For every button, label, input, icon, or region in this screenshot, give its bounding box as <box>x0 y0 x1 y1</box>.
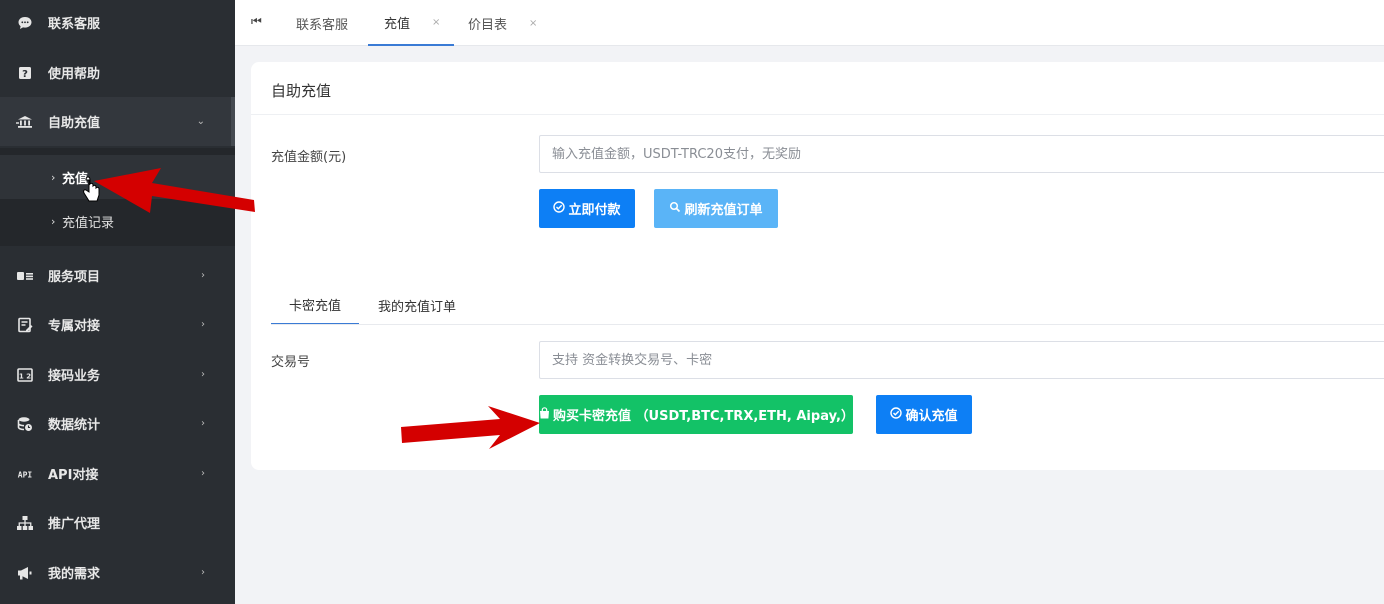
first-page-icon[interactable]: ⏮ <box>251 14 262 29</box>
divider <box>271 324 1384 325</box>
sidebar-item-label: 服务项目 <box>48 270 101 285</box>
sidebar-item-api[interactable]: API API对接 › <box>0 449 235 498</box>
recharge-card: 自助充值 充值金额(元) 立即付款 刷新充值订单 卡密充值 我的充值订单 交易号… <box>251 62 1384 470</box>
search-icon <box>669 201 681 217</box>
sidebar-item-label: 我的需求 <box>48 567 101 582</box>
confirm-recharge-button[interactable]: 确认充值 <box>876 395 972 434</box>
chevron-right-icon: › <box>51 170 56 184</box>
tab-contact-support[interactable]: 联系客服 <box>296 0 348 46</box>
sms-code-icon: 1 2 <box>15 365 35 385</box>
sidebar-item-label: 使用帮助 <box>48 67 101 82</box>
chevron-right-icon: › <box>201 468 205 479</box>
bank-icon <box>15 112 35 132</box>
org-tree-icon <box>15 513 35 533</box>
submenu-item-recharge[interactable]: › 充值 <box>0 155 235 199</box>
transaction-label: 交易号 <box>271 355 311 370</box>
sidebar-item-label: 推广代理 <box>48 517 101 532</box>
card-list-icon <box>15 266 35 286</box>
chevron-down-icon: ⌄ <box>196 116 205 127</box>
sidebar-item-label: 联系客服 <box>48 17 101 32</box>
submenu-item-label: 充值 <box>62 171 89 187</box>
sidebar-item-label: 接码业务 <box>48 369 101 384</box>
divider <box>251 114 1384 115</box>
tab-recharge[interactable]: 充值 × <box>368 0 455 46</box>
chevron-right-icon: › <box>201 369 205 380</box>
tab-bar: ⏮ 联系客服 充值 × 价目表 × <box>235 0 1384 46</box>
api-icon: API <box>15 464 35 484</box>
sidebar-item-label: 数据统计 <box>48 418 101 433</box>
svg-text:API: API <box>18 470 33 479</box>
sidebar-item-sms-code[interactable]: 1 2 接码业务 › <box>0 350 235 399</box>
pay-now-button[interactable]: 立即付款 <box>539 189 635 228</box>
help-icon: ? <box>15 63 35 83</box>
amount-input[interactable] <box>539 135 1384 173</box>
card-title: 自助充值 <box>271 82 332 100</box>
button-label: 刷新充值订单 <box>684 203 763 218</box>
tab-my-recharge-orders[interactable]: 我的充值订单 <box>363 286 471 325</box>
tab-label: 联系客服 <box>296 17 349 33</box>
sidebar-item-my-requests[interactable]: 我的需求 › <box>0 548 235 597</box>
sidebar-item-label: 自助充值 <box>48 116 101 131</box>
chevron-right-icon: › <box>51 214 56 228</box>
refresh-orders-button[interactable]: 刷新充值订单 <box>654 189 778 228</box>
submenu-item-recharge-records[interactable]: › 充值记录 <box>0 199 235 243</box>
close-icon[interactable]: × <box>432 17 440 28</box>
sidebar-item-help[interactable]: ? 使用帮助 <box>0 48 235 97</box>
sidebar-item-contact-support[interactable]: 联系客服 <box>0 0 235 47</box>
sidebar-item-services[interactable]: 服务项目 › <box>0 251 235 300</box>
sidebar-item-dedicated[interactable]: 专属对接 › <box>0 300 235 349</box>
transaction-input[interactable] <box>539 341 1384 379</box>
submenu-item-label: 充值记录 <box>62 215 115 231</box>
sidebar-item-statistics[interactable]: 数据统计 › <box>0 399 235 448</box>
megaphone-icon <box>15 563 35 583</box>
database-icon <box>15 414 35 434</box>
svg-text:?: ? <box>22 69 28 80</box>
tab-label: 充值 <box>384 16 411 32</box>
check-circle-icon <box>553 200 566 217</box>
sidebar-item-label: API对接 <box>48 468 99 483</box>
submenu: › 充值 › 充值记录 <box>0 148 235 246</box>
shopping-bag-icon <box>539 406 550 423</box>
sidebar-item-self-recharge[interactable]: 自助充值 ⌄ <box>0 97 235 146</box>
button-label: 购买卡密充值 （USDT,BTC,TRX,ETH, Aipay,） <box>553 409 854 424</box>
chevron-right-icon: › <box>201 418 205 429</box>
amount-label: 充值金额(元) <box>271 150 347 165</box>
button-label: 确认充值 <box>905 409 958 424</box>
button-label: 立即付款 <box>568 203 621 218</box>
sidebar-item-label: 专属对接 <box>48 319 101 334</box>
check-circle-icon <box>890 406 903 423</box>
contract-icon <box>15 315 35 335</box>
chevron-right-icon: › <box>201 567 205 578</box>
tab-price-list[interactable]: 价目表 × <box>468 0 537 46</box>
buy-card-key-button[interactable]: 购买卡密充值 （USDT,BTC,TRX,ETH, Aipay,） <box>539 395 854 434</box>
close-icon[interactable]: × <box>529 18 537 29</box>
svg-text:1 2: 1 2 <box>19 372 31 380</box>
chevron-right-icon: › <box>201 319 205 330</box>
sidebar: 联系客服 ? 使用帮助 自助充值 ⌄ › 充值 › 充值记录 服务项目 › 专属… <box>0 0 235 604</box>
tab-card-key-recharge[interactable]: 卡密充值 <box>271 286 359 325</box>
tab-label: 价目表 <box>468 17 508 33</box>
sidebar-item-promotion[interactable]: 推广代理 <box>0 498 235 547</box>
chat-icon <box>15 13 35 33</box>
chevron-right-icon: › <box>201 270 205 281</box>
